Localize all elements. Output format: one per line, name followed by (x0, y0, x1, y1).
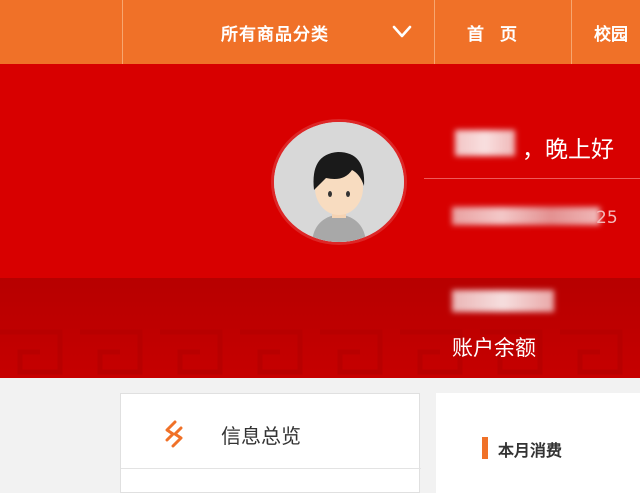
sidebar-item-label: 信息总览 (221, 424, 301, 448)
decorative-pattern (0, 329, 623, 375)
avatar[interactable] (274, 122, 404, 242)
nav-campus-link[interactable]: 校园 (594, 20, 628, 45)
category-menu[interactable]: 所有商品分类 (123, 0, 434, 64)
balance-label: 账户余额 (452, 336, 536, 360)
greeting-divider (424, 178, 640, 179)
greeting-text: ，晚上好 (522, 137, 614, 163)
balance-value-redacted (452, 290, 554, 312)
nav-home-link[interactable]: 首页 (467, 20, 533, 45)
monthly-summary-panel: 本月消费 (436, 393, 640, 493)
account-id-redacted (452, 207, 600, 225)
section-accent-bar (482, 437, 488, 459)
sidebar-divider (121, 468, 421, 469)
sidebar-menu: 信息总览 (120, 393, 421, 493)
username-redacted (455, 130, 515, 156)
category-menu-label: 所有商品分类 (221, 25, 329, 45)
monthly-spending-title: 本月消费 (498, 441, 563, 460)
nav-divider (571, 0, 572, 64)
account-id-suffix: 25 (596, 208, 618, 228)
top-nav-bar: 所有商品分类 首页 校园 (0, 0, 640, 64)
chevron-down-icon[interactable] (391, 23, 413, 41)
nav-divider (434, 0, 435, 64)
user-avatar-icon (274, 122, 404, 242)
overview-icon (165, 420, 183, 448)
